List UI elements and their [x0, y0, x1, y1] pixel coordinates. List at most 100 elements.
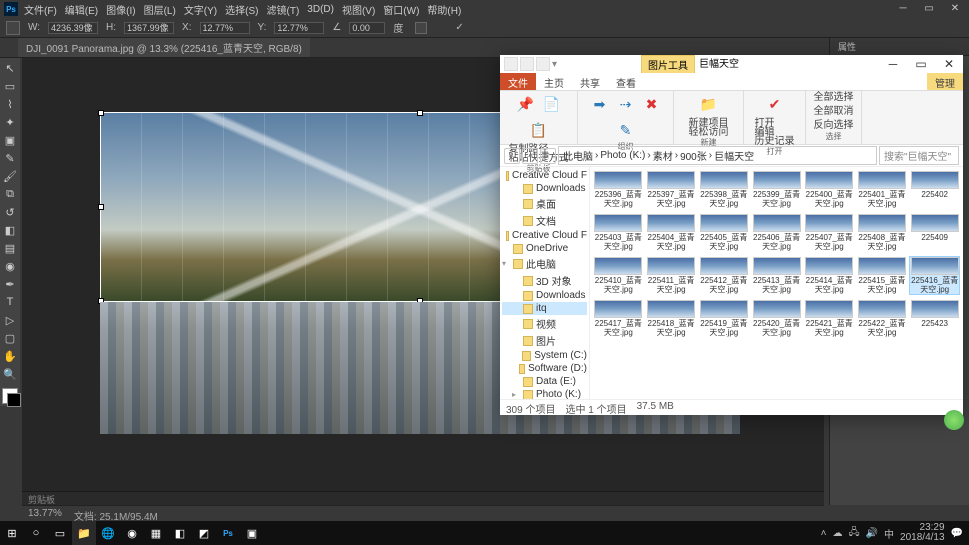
- tree-node[interactable]: Software (D:): [502, 362, 587, 375]
- file-grid[interactable]: 225396_蓝青天空.jpg225397_蓝青天空.jpg225398_蓝青天…: [590, 167, 963, 399]
- file-thumbnail[interactable]: 225411_蓝青天空.jpg: [647, 257, 696, 294]
- app-icon[interactable]: ▦: [144, 521, 168, 545]
- invert-select-button[interactable]: 反向选择: [814, 121, 854, 131]
- file-thumbnail[interactable]: 225421_蓝青天空.jpg: [805, 300, 854, 337]
- file-thumbnail[interactable]: 225414_蓝青天空.jpg: [805, 257, 854, 294]
- tree-node[interactable]: ▾此电脑: [502, 255, 587, 272]
- qat-icon[interactable]: [520, 57, 534, 71]
- qat-icon[interactable]: [536, 57, 550, 71]
- transform-handle[interactable]: [98, 110, 104, 116]
- tree-node[interactable]: 文档: [502, 212, 587, 229]
- file-thumbnail[interactable]: 225396_蓝青天空.jpg: [594, 171, 643, 208]
- opt-w-input[interactable]: [48, 22, 98, 34]
- stamp-tool-icon[interactable]: ⧉: [2, 186, 18, 202]
- moveto-icon[interactable]: ➡: [589, 93, 611, 115]
- tab-manage[interactable]: 管理: [927, 73, 963, 90]
- file-thumbnail[interactable]: 225405_蓝青天空.jpg: [699, 214, 748, 251]
- ps-taskbar-icon[interactable]: Ps: [216, 521, 240, 545]
- explorer-close-button[interactable]: ✕: [935, 57, 963, 71]
- file-thumbnail[interactable]: 225406_蓝青天空.jpg: [752, 214, 801, 251]
- file-thumbnail[interactable]: 225413_蓝青天空.jpg: [752, 257, 801, 294]
- breadcrumb[interactable]: 巨幅天空: [714, 148, 754, 163]
- tree-node[interactable]: Creative Cloud F: [502, 229, 587, 242]
- ps-minimize-button[interactable]: ─: [891, 2, 915, 16]
- start-button[interactable]: ⊞: [0, 521, 24, 545]
- qat-icon[interactable]: [504, 57, 518, 71]
- tray-ime-icon[interactable]: 中: [884, 526, 894, 541]
- breadcrumb[interactable]: Photo (K:): [600, 150, 645, 161]
- zoom-level[interactable]: 13.77%: [28, 508, 62, 519]
- tree-node[interactable]: Creative Cloud F: [502, 169, 587, 182]
- newfolder-icon[interactable]: 📁: [698, 93, 720, 115]
- tree-node[interactable]: 桌面: [502, 195, 587, 212]
- menu-file[interactable]: 文件(F): [24, 2, 57, 17]
- menu-3d[interactable]: 3D(D): [307, 4, 334, 15]
- file-thumbnail[interactable]: 225420_蓝青天空.jpg: [752, 300, 801, 337]
- tray-vol-icon[interactable]: 🔊: [866, 528, 878, 539]
- tree-node[interactable]: Downloads: [502, 289, 587, 302]
- tab-view[interactable]: 查看: [608, 73, 644, 90]
- file-thumbnail[interactable]: 225418_蓝青天空.jpg: [647, 300, 696, 337]
- file-thumbnail[interactable]: 225404_蓝青天空.jpg: [647, 214, 696, 251]
- shape-tool-icon[interactable]: ▢: [2, 330, 18, 346]
- tab-file[interactable]: 文件: [500, 73, 536, 90]
- eraser-tool-icon[interactable]: ◧: [2, 222, 18, 238]
- opt-y-input[interactable]: [274, 22, 324, 34]
- file-thumbnail[interactable]: 225422_蓝青天空.jpg: [858, 300, 907, 337]
- brush-tool-icon[interactable]: 🖌: [2, 168, 18, 184]
- clock-date[interactable]: 2018/4/13: [900, 533, 945, 543]
- qat-dropdown-icon[interactable]: ▾: [552, 59, 557, 70]
- file-thumbnail[interactable]: 225415_蓝青天空.jpg: [858, 257, 907, 294]
- breadcrumb[interactable]: 900张: [680, 148, 707, 163]
- file-thumbnail[interactable]: 225407_蓝青天空.jpg: [805, 214, 854, 251]
- lasso-tool-icon[interactable]: ⌇: [2, 96, 18, 112]
- file-thumbnail[interactable]: 225417_蓝青天空.jpg: [594, 300, 643, 337]
- search-icon[interactable]: ○: [24, 521, 48, 545]
- tree-node[interactable]: Data (E:): [502, 375, 587, 388]
- file-thumbnail[interactable]: 225412_蓝青天空.jpg: [699, 257, 748, 294]
- transform-handle[interactable]: [98, 204, 104, 210]
- opt-h-input[interactable]: [124, 22, 174, 34]
- breadcrumb[interactable]: 素材: [653, 148, 673, 163]
- file-thumbnail[interactable]: 225397_蓝青天空.jpg: [647, 171, 696, 208]
- zoom-tool-icon[interactable]: 🔍: [2, 366, 18, 382]
- app-icon[interactable]: ◧: [168, 521, 192, 545]
- nav-up-button[interactable]: ↑: [540, 148, 556, 164]
- properties-icon[interactable]: ✔: [764, 93, 786, 115]
- tree-node[interactable]: System (C:): [502, 349, 587, 362]
- tray-net-icon[interactable]: 🖧: [848, 525, 859, 542]
- paste-icon[interactable]: 📋: [528, 119, 550, 141]
- menu-edit[interactable]: 编辑(E): [65, 2, 98, 17]
- menu-image[interactable]: 图像(I): [106, 2, 135, 17]
- file-thumbnail[interactable]: 225399_蓝青天空.jpg: [752, 171, 801, 208]
- file-thumbnail[interactable]: 225401_蓝青天空.jpg: [858, 171, 907, 208]
- menu-window[interactable]: 窗口(W): [383, 2, 419, 17]
- menu-filter[interactable]: 滤镜(T): [267, 2, 300, 17]
- tray-cloud-icon[interactable]: ☁: [832, 528, 842, 539]
- menu-type[interactable]: 文字(Y): [184, 2, 217, 17]
- wand-tool-icon[interactable]: ✦: [2, 114, 18, 130]
- opt-check-icon[interactable]: [415, 22, 427, 34]
- explorer-maximize-button[interactable]: ▭: [907, 57, 935, 71]
- assist-bubble-icon[interactable]: [944, 410, 964, 430]
- transform-handle[interactable]: [417, 110, 423, 116]
- file-thumbnail[interactable]: 225416_蓝青天空.jpg: [910, 257, 959, 294]
- nav-fwd-button[interactable]: →: [522, 148, 538, 164]
- taskview-icon[interactable]: ▭: [48, 521, 72, 545]
- opt-angle-input[interactable]: [349, 22, 385, 34]
- rename-icon[interactable]: ✎: [615, 119, 637, 141]
- file-thumbnail[interactable]: 225398_蓝青天空.jpg: [699, 171, 748, 208]
- tree-node[interactable]: 图片: [502, 332, 587, 349]
- tree-node[interactable]: 视频: [502, 315, 587, 332]
- tree-node[interactable]: itq: [502, 302, 587, 315]
- color-swatch[interactable]: [2, 388, 18, 404]
- file-thumbnail[interactable]: 225408_蓝青天空.jpg: [858, 214, 907, 251]
- crop-tool-icon[interactable]: ▣: [2, 132, 18, 148]
- copyto-icon[interactable]: ⇢: [615, 93, 637, 115]
- tree-node[interactable]: 3D 对象: [502, 272, 587, 289]
- notification-icon[interactable]: 💬: [951, 528, 963, 539]
- delete-icon[interactable]: ✖: [641, 93, 663, 115]
- address-bar[interactable]: 此电脑 › Photo (K:) › 素材 › 900张 › 巨幅天空: [558, 146, 877, 165]
- easy-access-button[interactable]: 轻松访问: [689, 128, 729, 137]
- select-none-button[interactable]: 全部取消: [814, 107, 854, 117]
